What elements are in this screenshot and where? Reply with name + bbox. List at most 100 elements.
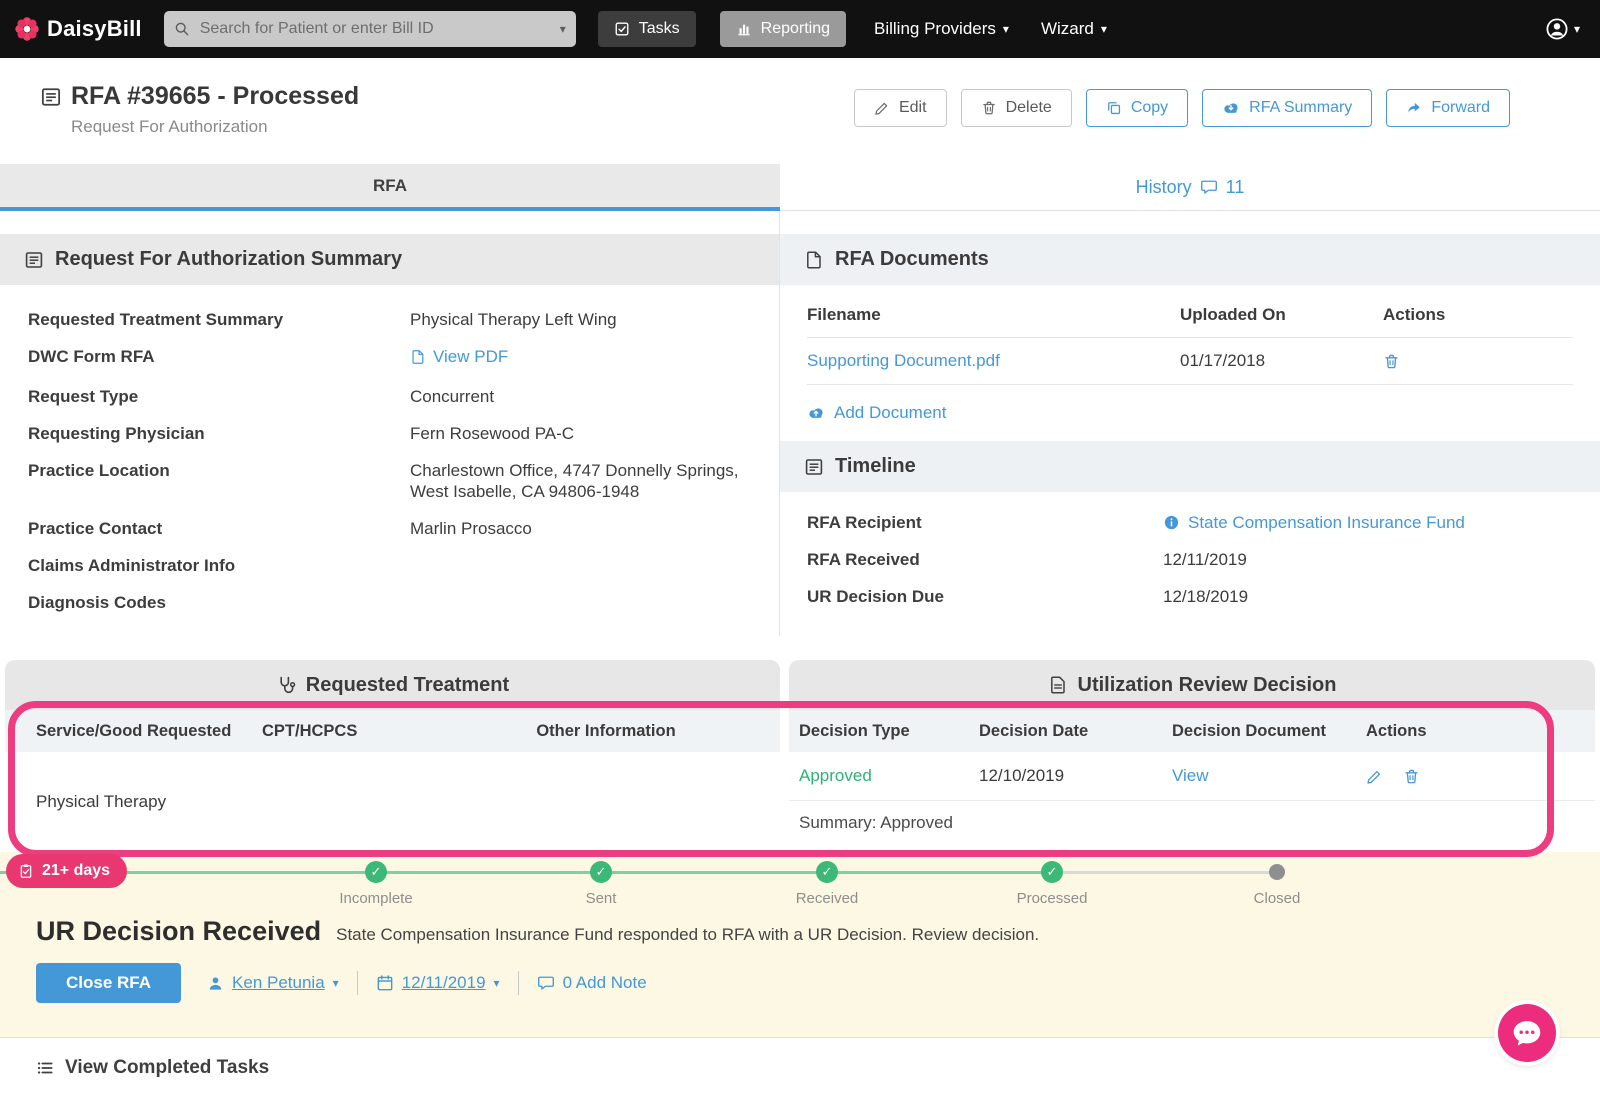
divider [356,971,358,995]
tab-rfa[interactable]: RFA [0,164,780,211]
field-label: Requesting Physician [28,423,205,443]
add-note-button[interactable]: 0 Add Note [537,973,647,993]
add-document-label: Add Document [834,403,947,422]
rfa-summary-button[interactable]: RFA Summary [1202,89,1373,127]
task-actions: Close RFA Ken Petunia ▾ 12/11/2019 ▾ 0 A… [0,947,1600,1003]
days-badge-label: 21+ days [42,862,111,879]
brand[interactable]: DaisyBill [14,16,142,42]
step-label-closed: Closed [1253,890,1301,907]
caret-down-icon: ▾ [332,976,339,990]
cloud-download-icon [1222,99,1240,117]
reporting-label: Reporting [760,20,831,37]
document-icon [1048,675,1068,695]
timeline-icon [804,457,824,477]
rfa-form-icon [40,86,62,108]
top-nav: DaisyBill ▾ Tasks Reporting Billing Prov… [0,0,1600,58]
progress-tracker: ✓ ✓ ✓ ✓ Incomplete Sent Received Process… [0,852,1600,910]
chat-fab[interactable] [1498,1004,1556,1062]
decision-summary: Summary: Approved [789,800,1595,847]
requested-treatment-header: Requested Treatment [5,660,780,710]
form-icon [24,250,44,270]
summary-row: Diagnosis Codes [28,584,755,621]
summary-row: Requesting Physician Fern Rosewood PA-C [28,415,755,452]
rfa-recipient-link[interactable]: State Compensation Insurance Fund [1163,512,1573,533]
timeline-title: Timeline [835,455,916,477]
page-header: RFA #39665 - Processed Request For Autho… [0,58,1600,164]
checkbox-icon [614,21,630,37]
edit-button[interactable]: Edit [853,89,947,127]
timeline-rows: RFA Recipient State Compensation Insuran… [780,492,1600,615]
step-received-dot: ✓ [816,861,838,883]
field-label: Requested Treatment Summary [28,310,284,329]
summary-rows: Requested Treatment Summary Physical The… [0,285,779,621]
service-name: Physical Therapy [36,792,167,811]
progress-line-done [0,871,1052,874]
requested-treatment-panel: Requested Treatment Service/Good Request… [5,660,780,852]
view-completed-tasks-button[interactable]: View Completed Tasks [36,1057,269,1079]
step-closed-dot [1269,864,1285,880]
copy-label: Copy [1130,99,1169,116]
bar-chart-icon [736,21,752,37]
page-subtitle: Request For Authorization [71,117,268,136]
field-value: 12/18/2019 [1163,587,1249,606]
task-header: UR Decision Received State Compensation … [0,910,1600,947]
ur-decision-panel: Utilization Review Decision Decision Typ… [789,660,1595,852]
brand-name: DaisyBill [47,16,142,41]
forward-arrow-icon [1406,100,1422,116]
edit-decision-icon[interactable] [1366,768,1383,785]
step-label-processed: Processed [1016,890,1088,907]
delete-decision-icon[interactable] [1403,768,1420,785]
treatment-table-header: Service/Good Requested CPT/HCPCS Other I… [5,710,780,752]
summary-row: Request Type Concurrent [28,378,755,415]
pencil-icon [874,100,890,116]
document-filename-link[interactable]: Supporting Document.pdf [807,351,1180,371]
view-decision-link[interactable]: View [1172,766,1366,786]
billing-providers-menu[interactable]: Billing Providers ▾ [874,19,1009,39]
col-actions: Actions [1383,305,1446,324]
col-cpt-hcpcs: CPT/HCPCS [262,721,358,740]
reporting-button[interactable]: Reporting [719,11,847,47]
divider [517,971,519,995]
caret-down-icon: ▾ [1100,22,1107,36]
copy-button[interactable]: Copy [1085,89,1189,127]
search-box[interactable]: ▾ [163,11,576,47]
tab-history[interactable]: History 11 [780,164,1600,211]
field-label: DWC Form RFA [28,347,155,366]
search-caret-icon[interactable]: ▾ [560,23,566,35]
close-rfa-button[interactable]: Close RFA [36,963,182,1003]
col-service-good: Service/Good Requested [36,721,232,740]
view-pdf-link[interactable]: View PDF [410,346,508,367]
rfa-summary-label: RFA Summary [1249,99,1353,116]
documents-title: RFA Documents [835,248,989,270]
documents-column: RFA Documents Filename Uploaded On Actio… [780,211,1600,636]
add-document-button[interactable]: Add Document [780,385,1600,441]
timeline-section-header: Timeline [780,441,1600,492]
add-note-label: 0 Add Note [562,973,647,992]
field-label: Request Type [28,386,139,406]
user-menu[interactable]: ▾ [1545,17,1580,41]
assignee-selector[interactable]: Ken Petunia ▾ [207,973,339,993]
wizard-menu[interactable]: Wizard ▾ [1041,19,1107,39]
summary-row: Practice Location Charlestown Office, 47… [28,452,755,510]
search-icon [174,21,190,37]
date-selector[interactable]: 12/11/2019 ▾ [376,973,500,993]
field-label: Diagnosis Codes [28,592,166,612]
summary-title: Request For Authorization Summary [55,248,403,270]
delete-button[interactable]: Delete [960,89,1072,127]
col-other-info: Other Information [536,721,676,740]
trash-icon [981,100,997,116]
ur-decision-title: Utilization Review Decision [1077,673,1337,696]
search-input[interactable] [199,20,548,38]
documents-table-header: Filename Uploaded On Actions [807,295,1573,338]
tasks-button[interactable]: Tasks [597,11,696,47]
pdf-file-icon [804,250,824,270]
tab-bar: RFA History 11 [0,164,1600,211]
view-pdf-label: View PDF [433,347,509,366]
summary-row: Practice Contact Marlin Prosacco [28,510,755,547]
delete-document-icon[interactable] [1383,353,1400,370]
decision-date: 12/10/2019 [979,766,1065,785]
view-completed-tasks-label: View Completed Tasks [65,1057,270,1078]
tab-rfa-label: RFA [373,175,407,195]
forward-button[interactable]: Forward [1386,89,1510,127]
field-label: Practice Contact [28,518,163,538]
